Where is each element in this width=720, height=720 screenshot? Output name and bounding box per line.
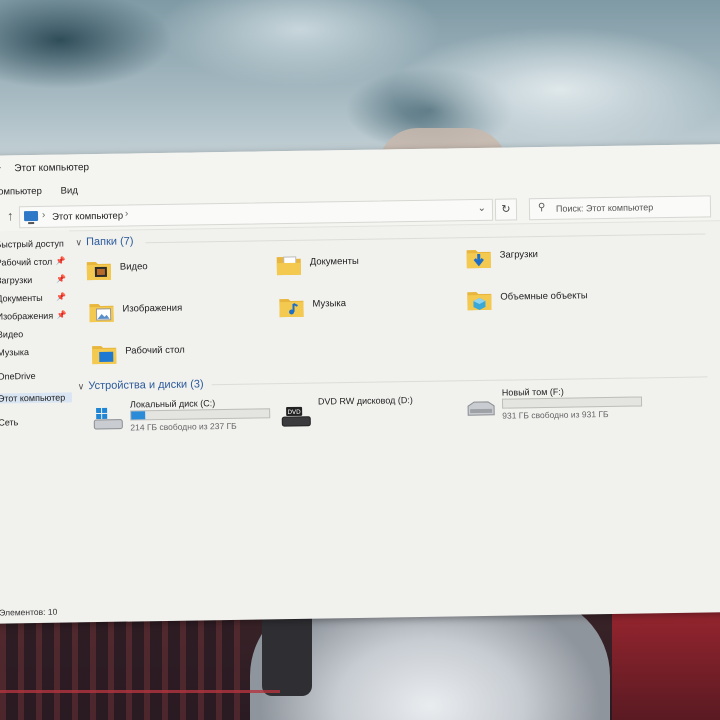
nav-item-label: Этот компьютер [0, 392, 66, 404]
dvd-drive-icon: DVD [281, 406, 311, 427]
folder-label: Загрузки [499, 249, 539, 261]
nav-item-this-pc[interactable]: Этот компьютер [0, 392, 72, 404]
windows-drive-icon [93, 407, 123, 430]
desktop-folder-icon [92, 345, 117, 365]
drive-usage-fill [131, 411, 146, 420]
drive-name: Новый том (F:) [501, 386, 564, 398]
tab-computer[interactable]: Компьютер [0, 186, 42, 198]
pictures-folder-icon [89, 303, 114, 323]
nav-item-documents[interactable]: Документы [0, 293, 43, 304]
hdd-drive-icon [467, 401, 495, 416]
folder-label: Видео [119, 261, 148, 273]
nav-item-quick-access[interactable]: Быстрый доступ [0, 239, 64, 250]
nav-item-label: Рабочий стол [0, 256, 53, 268]
nav-item-onedrive[interactable]: OneDrive [0, 371, 36, 382]
status-item-count: Элементов: 10 [0, 606, 58, 618]
this-pc-icon [23, 210, 39, 222]
quick-access-toolbar-dropdown-icon[interactable]: ▾ [0, 164, 1, 175]
drive-usage-bar [501, 396, 643, 409]
drive-free-space: 214 ГБ свободно из 237 ГБ [130, 420, 237, 433]
nav-item-videos[interactable]: Видео [0, 329, 23, 339]
wallpaper-red-streak [0, 690, 280, 693]
nav-item-label: Быстрый доступ [0, 238, 64, 250]
section-title: Папки (7) [85, 235, 134, 249]
search-icon: ⚲ [537, 201, 546, 214]
nav-item-label: Загрузки [0, 275, 33, 286]
chevron-down-icon[interactable]: ∨ [75, 237, 82, 247]
breadcrumb-separator-icon[interactable]: › [125, 209, 129, 220]
folder-label: Объемные объекты [500, 290, 588, 303]
navigation-pane: Быстрый доступ Рабочий стол 📌 Загрузки 📌… [0, 230, 76, 602]
video-folder-icon [86, 262, 112, 281]
refresh-button[interactable]: ↻ [494, 198, 518, 221]
folder-label: Рабочий стол [125, 344, 185, 357]
pin-icon: 📌 [55, 274, 67, 284]
up-arrow-icon[interactable]: ↑ [7, 208, 14, 223]
file-explorer-window: ▾ Этот компьютер Компьютер Вид › ↑ › Это… [0, 144, 720, 624]
drive-name: DVD RW дисковод (D:) [317, 395, 413, 407]
search-input[interactable]: ⚲ Поиск: Этот компьютер [528, 195, 712, 221]
folder-label: Музыка [312, 298, 347, 310]
chevron-down-icon[interactable]: ⌄ [477, 203, 486, 214]
nav-item-label: Сеть [0, 417, 19, 428]
chevron-down-icon[interactable]: ∨ [78, 381, 85, 391]
wallpaper-red-area [612, 600, 720, 720]
nav-item-downloads[interactable]: Загрузки [0, 275, 32, 286]
search-placeholder: Поиск: Этот компьютер [555, 202, 654, 214]
drives-section-header[interactable]: ∨ Устройства и диски (3) [78, 378, 204, 392]
window-title: Этот компьютер [14, 162, 90, 175]
nav-item-desktop[interactable]: Рабочий стол [0, 257, 52, 268]
nav-item-label: OneDrive [0, 370, 36, 382]
drive-free-space: 931 ГБ свободно из 931 ГБ [502, 408, 609, 421]
nav-item-label: Видео [0, 329, 24, 340]
breadcrumb-this-pc[interactable]: Этот компьютер [52, 211, 123, 223]
3d-objects-folder-icon [467, 292, 492, 311]
section-divider [145, 233, 706, 244]
pin-icon: 📌 [55, 256, 66, 266]
wallpaper-sky [0, 0, 720, 170]
downloads-folder-icon [466, 250, 491, 269]
nav-item-music[interactable]: Музыка [0, 347, 29, 357]
drive-name: Локальный диск (C:) [129, 398, 216, 410]
content-pane: ∨ Папки (7) Видео Документы Загрузки Изо… [75, 224, 720, 594]
folders-section-header[interactable]: ∨ Папки (7) [75, 235, 133, 248]
wallpaper-stripes [0, 610, 240, 720]
breadcrumb-separator-icon[interactable]: › [42, 210, 46, 221]
nav-item-label: Музыка [0, 347, 30, 358]
section-title: Устройства и диски (3) [88, 378, 204, 393]
section-divider [211, 376, 708, 386]
address-bar[interactable]: › Этот компьютер › ⌄ [18, 198, 494, 229]
folder-label: Документы [309, 255, 359, 268]
folder-label: Изображения [122, 302, 183, 315]
documents-folder-icon [276, 256, 301, 276]
drive-usage-bar [130, 408, 271, 421]
pin-icon: 📌 [56, 292, 67, 302]
nav-item-label: Документы [0, 292, 43, 304]
wallpaper-astronaut-detail [262, 606, 312, 696]
pin-icon: 📌 [56, 310, 67, 320]
music-folder-icon [279, 299, 304, 318]
tab-view[interactable]: Вид [61, 185, 78, 196]
nav-item-network[interactable]: Сеть [0, 417, 18, 427]
nav-item-pictures[interactable]: Изображения [0, 311, 53, 322]
svg-text:DVD: DVD [287, 409, 301, 416]
nav-item-label: Изображения [0, 310, 54, 322]
